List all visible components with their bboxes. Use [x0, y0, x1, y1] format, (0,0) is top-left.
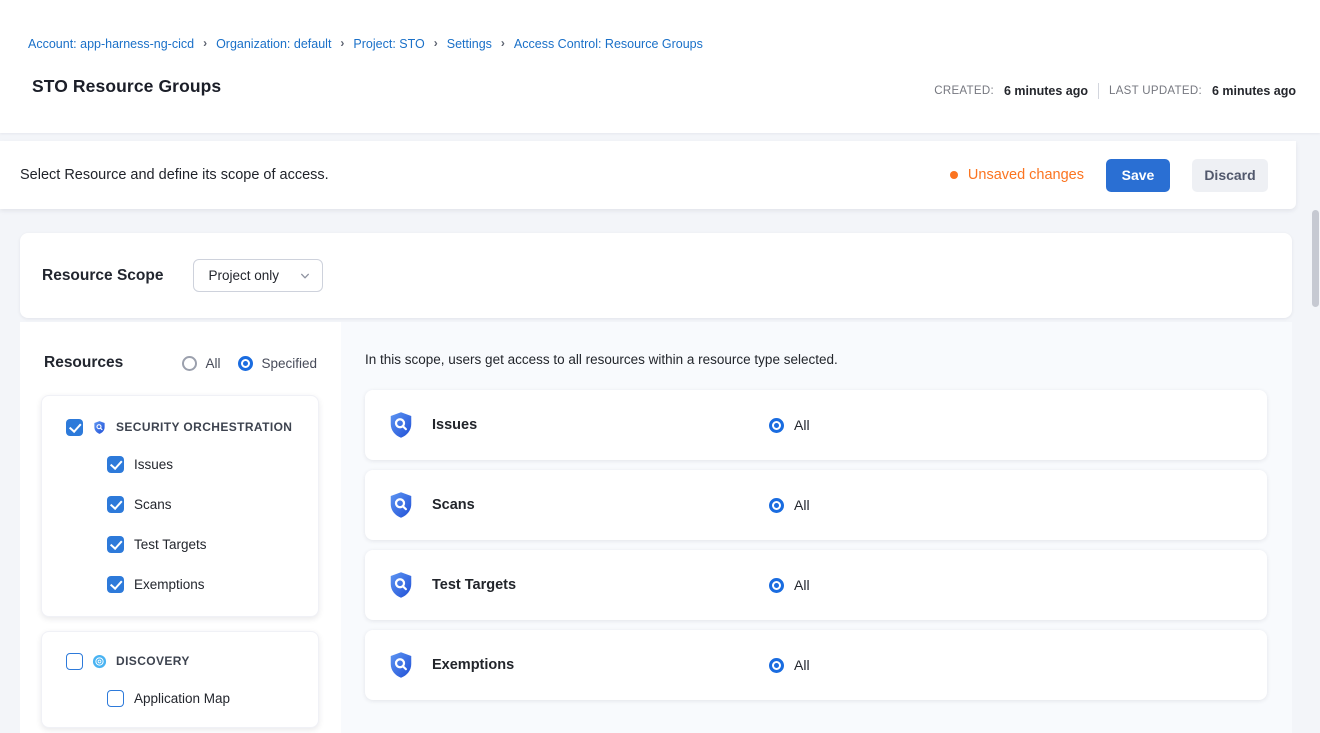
issues-label: Issues — [134, 457, 173, 472]
created-label: CREATED: — [934, 85, 994, 97]
access-all-radio[interactable] — [769, 658, 784, 673]
access-row-issues: Issues All — [365, 390, 1267, 460]
security-orchestration-checkbox[interactable] — [66, 419, 83, 436]
radio-all-label: All — [205, 356, 220, 371]
row-label: Test Targets — [432, 577, 516, 593]
resources-title: Resources — [44, 354, 123, 372]
group-header-row[interactable]: SECURITY ORCHESTRATION — [42, 410, 318, 444]
row-access-control: All — [769, 417, 810, 433]
row-access-control: All — [769, 497, 810, 513]
exemptions-checkbox[interactable] — [107, 576, 124, 593]
breadcrumb-organization[interactable]: Organization: default — [216, 37, 331, 51]
breadcrumb: Account: app-harness-ng-cicd › Organizat… — [28, 37, 703, 51]
radio-specified-icon[interactable] — [238, 356, 253, 371]
breadcrumb-separator-icon: › — [203, 36, 207, 50]
security-shield-scan-icon — [386, 650, 416, 680]
resource-scope-card: Resource Scope Project only — [20, 233, 1292, 318]
application-map-label: Application Map — [134, 691, 230, 706]
radio-option-all[interactable]: All — [182, 356, 220, 371]
breadcrumb-separator-icon: › — [501, 36, 505, 50]
radio-specified-label: Specified — [261, 356, 317, 371]
discovery-checkbox[interactable] — [66, 653, 83, 670]
group-header-row[interactable]: DISCOVERY — [42, 644, 318, 678]
access-all-label: All — [794, 657, 810, 673]
access-all-label: All — [794, 497, 810, 513]
resource-item-application-map[interactable]: Application Map — [42, 678, 318, 718]
access-all-label: All — [794, 577, 810, 593]
breadcrumb-settings[interactable]: Settings — [447, 37, 492, 51]
row-label: Exemptions — [432, 657, 514, 673]
save-button[interactable]: Save — [1106, 159, 1170, 192]
page-title: STO Resource Groups — [32, 76, 221, 97]
row-access-control: All — [769, 657, 810, 673]
row-label: Scans — [432, 497, 475, 513]
test-targets-checkbox[interactable] — [107, 536, 124, 553]
resource-item-test-targets[interactable]: Test Targets — [42, 524, 318, 564]
resource-group-security-orchestration: SECURITY ORCHESTRATION Issues Scans Test… — [41, 395, 319, 617]
radio-option-specified[interactable]: Specified — [238, 356, 317, 371]
breadcrumb-separator-icon: › — [340, 36, 344, 50]
access-row-scans: Scans All — [365, 470, 1267, 540]
group-title: SECURITY ORCHESTRATION — [116, 420, 292, 434]
discard-button[interactable]: Discard — [1192, 159, 1268, 192]
scope-access-main-area: In this scope, users get access to all r… — [341, 322, 1292, 733]
resources-panel: Resources All Specified — [20, 322, 341, 733]
access-all-label: All — [794, 417, 810, 433]
security-shield-scan-icon — [386, 410, 416, 440]
resource-scope-label: Resource Scope — [42, 267, 163, 285]
resources-mode-radio-group: All Specified — [182, 356, 317, 371]
toolbar-actions: Unsaved changes Save Discard — [950, 159, 1268, 192]
access-all-radio[interactable] — [769, 418, 784, 433]
group-title: DISCOVERY — [116, 654, 190, 668]
vertical-scrollbar[interactable] — [1312, 210, 1319, 307]
last-updated-value: 6 minutes ago — [1212, 84, 1296, 98]
resource-scope-selected-value: Project only — [208, 268, 279, 283]
access-row-test-targets: Test Targets All — [365, 550, 1267, 620]
action-toolbar: Select Resource and define its scope of … — [0, 141, 1296, 209]
security-shield-scan-icon — [386, 570, 416, 600]
scans-label: Scans — [134, 497, 172, 512]
content-section: Resources All Specified — [20, 322, 1292, 733]
breadcrumb-separator-icon: › — [434, 36, 438, 50]
unsaved-dot-icon — [950, 171, 958, 179]
test-targets-label: Test Targets — [134, 537, 207, 552]
breadcrumb-project[interactable]: Project: STO — [353, 37, 424, 51]
created-value: 6 minutes ago — [1004, 84, 1088, 98]
breadcrumb-account[interactable]: Account: app-harness-ng-cicd — [28, 37, 194, 51]
security-shield-scan-icon — [92, 420, 107, 435]
issues-checkbox[interactable] — [107, 456, 124, 473]
resource-group-discovery: DISCOVERY Application Map — [41, 631, 319, 728]
access-row-exemptions: Exemptions All — [365, 630, 1267, 700]
unsaved-changes-label: Unsaved changes — [968, 167, 1084, 183]
resource-item-exemptions[interactable]: Exemptions — [42, 564, 318, 604]
discovery-radar-icon — [92, 654, 107, 669]
header-meta: CREATED: 6 minutes ago LAST UPDATED: 6 m… — [934, 83, 1296, 99]
row-label: Issues — [432, 417, 477, 433]
toolbar-description: Select Resource and define its scope of … — [20, 167, 329, 183]
page-header: Account: app-harness-ng-cicd › Organizat… — [0, 0, 1320, 133]
resource-item-issues[interactable]: Issues — [42, 444, 318, 484]
security-shield-scan-icon — [386, 490, 416, 520]
exemptions-label: Exemptions — [134, 577, 205, 592]
resource-scope-select[interactable]: Project only — [193, 259, 323, 292]
access-all-radio[interactable] — [769, 578, 784, 593]
scope-description: In this scope, users get access to all r… — [365, 352, 1292, 367]
application-map-checkbox[interactable] — [107, 690, 124, 707]
breadcrumb-access-control[interactable]: Access Control: Resource Groups — [514, 37, 703, 51]
last-updated-label: LAST UPDATED: — [1109, 85, 1202, 97]
meta-divider — [1098, 83, 1099, 99]
resources-panel-header: Resources All Specified — [20, 322, 341, 372]
unsaved-changes-indicator: Unsaved changes — [950, 167, 1084, 183]
resource-item-scans[interactable]: Scans — [42, 484, 318, 524]
access-all-radio[interactable] — [769, 498, 784, 513]
row-access-control: All — [769, 577, 810, 593]
scans-checkbox[interactable] — [107, 496, 124, 513]
chevron-down-icon — [300, 271, 310, 281]
radio-all-icon[interactable] — [182, 356, 197, 371]
